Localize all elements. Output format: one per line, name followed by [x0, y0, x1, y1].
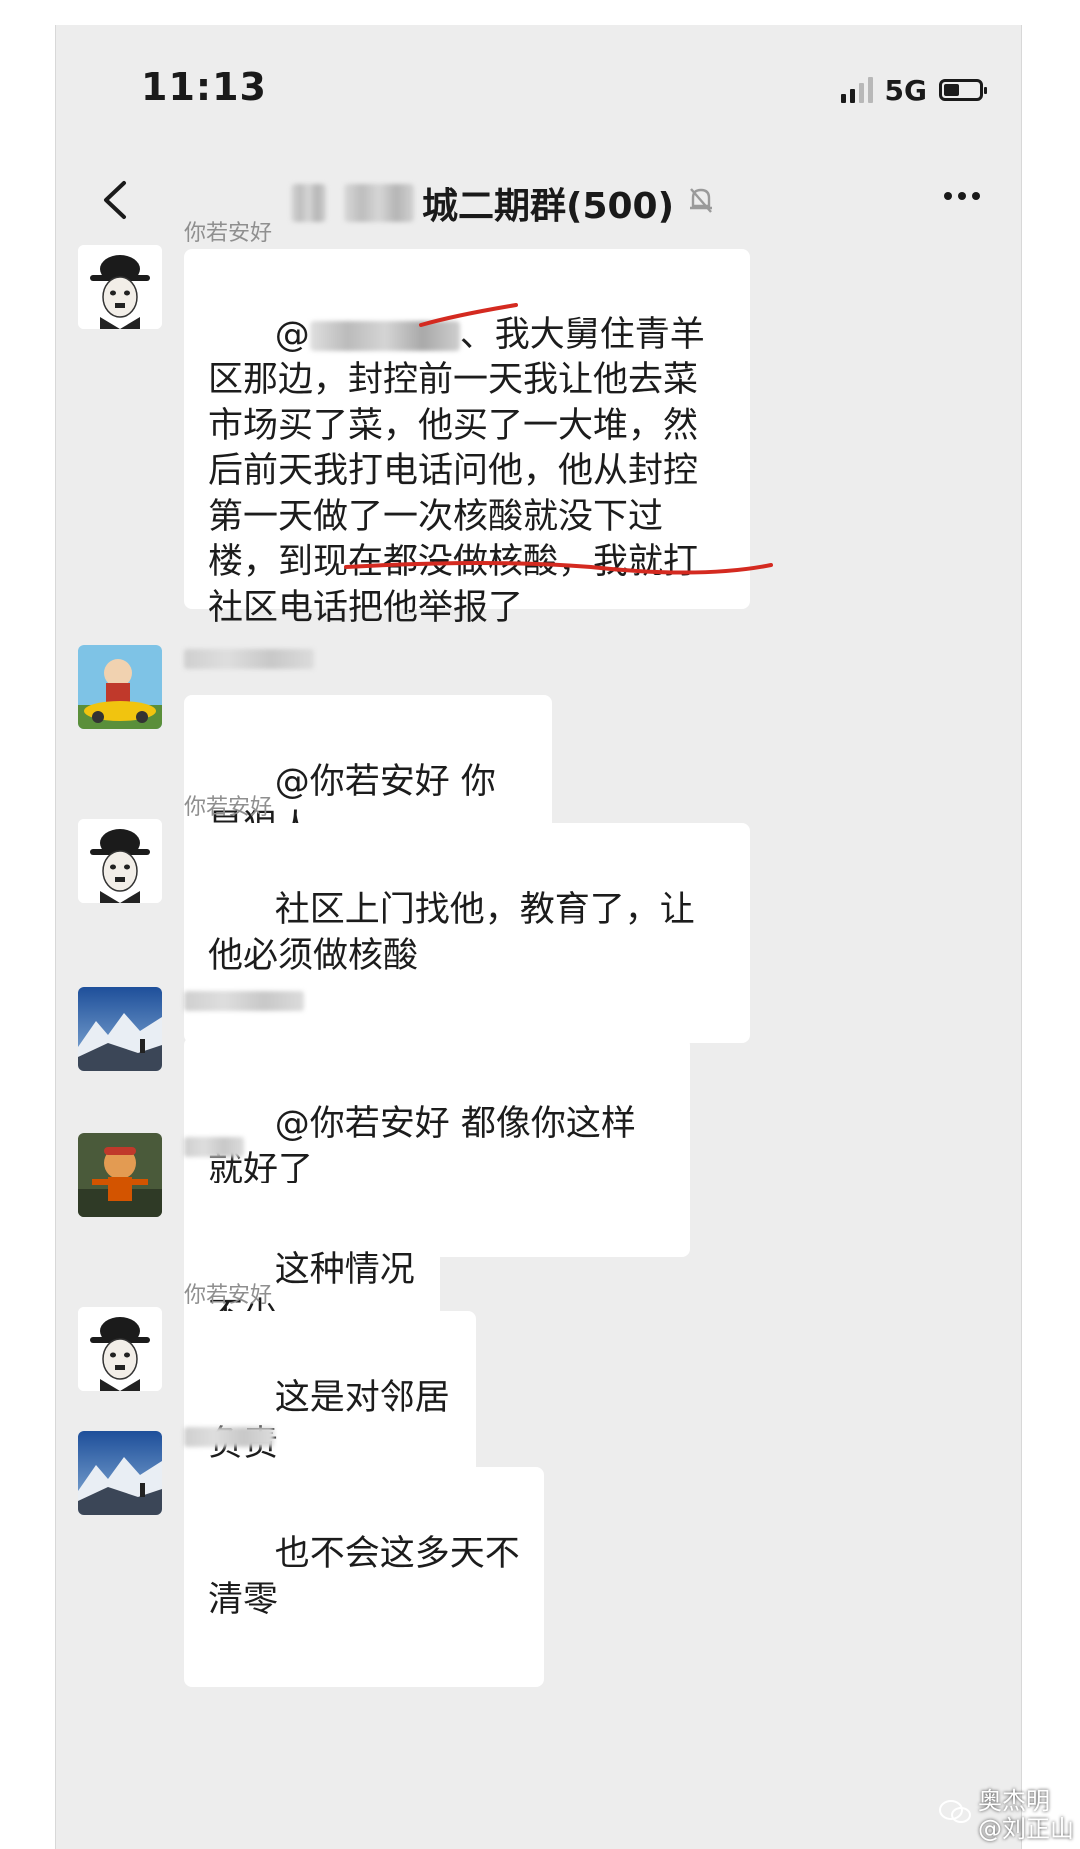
redacted-name — [291, 184, 326, 222]
watermark-line2: @刘正山 — [978, 1815, 1074, 1843]
status-time: 11:13 — [141, 65, 267, 109]
message-text: 这是对邻居负责 — [208, 1378, 450, 1464]
signal-icon — [840, 77, 873, 103]
message-text: @你若安好 都像你这样就好了 — [208, 1104, 636, 1190]
chaplin-avatar-icon[interactable] — [78, 1307, 162, 1391]
cartoon-car-avatar-icon[interactable] — [78, 645, 162, 729]
watermark: 奥杰明 @刘正山 — [938, 1787, 1074, 1843]
mountain-avatar-icon[interactable] — [78, 1431, 162, 1515]
redacted-sender — [184, 1427, 274, 1447]
redacted-sender — [184, 1137, 244, 1157]
cartoon-figure-avatar-icon[interactable] — [78, 1133, 162, 1217]
message-bubble[interactable]: 也不会这多天不清零 — [184, 1467, 544, 1687]
mute-bell-icon — [688, 186, 714, 220]
phone-screen: 11:13 5G 城二期群(500) 你若安好 @ 、我大舅住青羊区那边，封控前一… — [55, 25, 1022, 1849]
chat-title-text: 城二期群(500) — [422, 186, 675, 227]
more-icon[interactable] — [941, 175, 983, 227]
message-text: 社区上门找他，教育了，让他必须做核酸 — [208, 890, 695, 976]
message-text: 也不会这多天不清零 — [208, 1534, 520, 1620]
mention-symbol: @ — [274, 314, 310, 355]
sender-name: 你若安好 — [184, 1283, 273, 1308]
mountain-avatar-icon[interactable] — [78, 987, 162, 1071]
chaplin-avatar-icon[interactable] — [78, 245, 162, 329]
battery-icon — [939, 79, 987, 101]
message-text: 、我大舅住青羊区那边，封控前一天我让他去菜市场买了菜，他买了一大堆，然后前天我打… — [208, 314, 705, 628]
status-icons: 5G — [840, 73, 987, 107]
message-bubble[interactable]: @ 、我大舅住青羊区那边，封控前一天我让他去菜市场买了菜，他买了一大堆，然后前天我… — [184, 249, 750, 628]
sender-name: 你若安好 — [184, 795, 273, 820]
wechat-icon — [938, 1799, 972, 1832]
redacted-sender — [184, 649, 314, 669]
redacted-mention — [309, 320, 460, 351]
watermark-line1: 奥杰明 — [978, 1787, 1050, 1815]
redacted-name — [344, 184, 414, 222]
chaplin-avatar-icon[interactable] — [78, 819, 162, 903]
chat-title: 城二期群(500) — [291, 173, 714, 233]
sender-name: 你若安好 — [184, 221, 273, 246]
back-chevron-icon[interactable] — [96, 175, 136, 225]
network-type: 5G — [884, 73, 927, 107]
redacted-sender — [184, 991, 304, 1011]
